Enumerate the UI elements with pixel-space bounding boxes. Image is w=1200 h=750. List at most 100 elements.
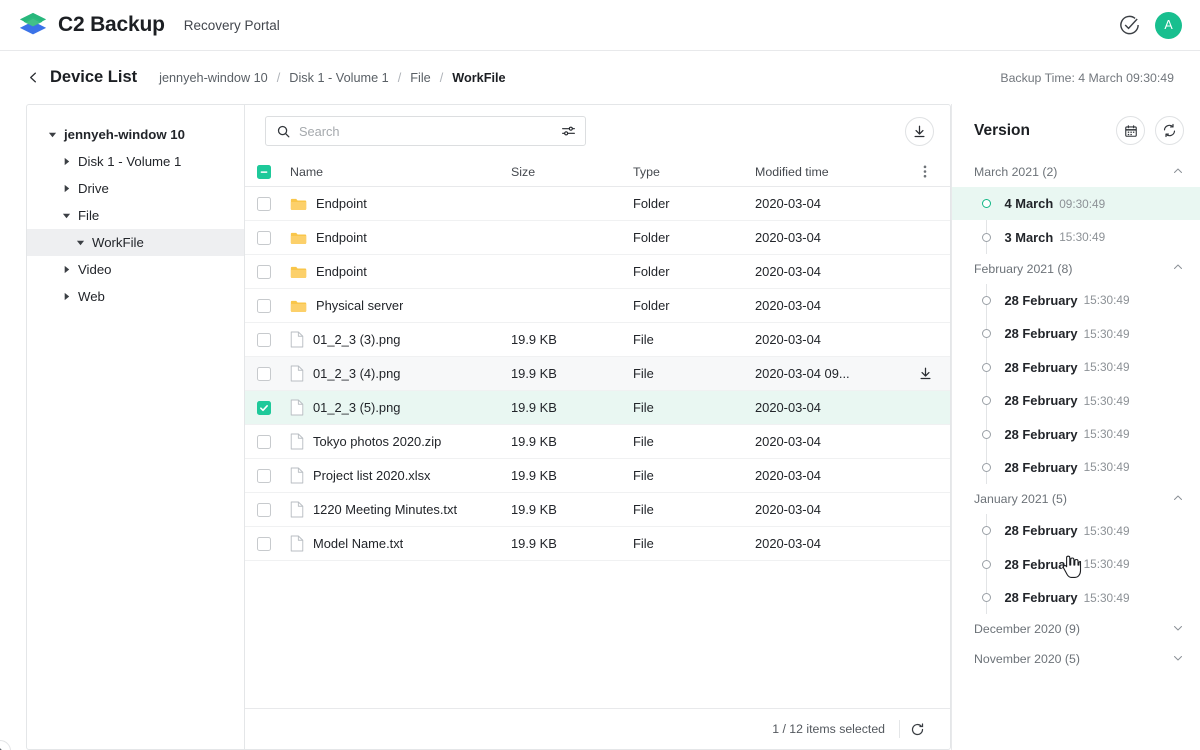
folder-icon xyxy=(290,231,307,245)
breadcrumb-separator: / xyxy=(398,71,402,85)
table-row[interactable]: 01_2_3 (5).png19.9 KBFile2020-03-04 xyxy=(245,391,950,425)
caret-right-icon[interactable] xyxy=(59,265,73,274)
version-item[interactable]: 28 February15:30:49 xyxy=(952,581,1200,614)
table-row[interactable]: Physical serverFolder2020-03-04 xyxy=(245,289,950,323)
refresh-list-button[interactable] xyxy=(900,722,934,737)
back-button[interactable] xyxy=(22,67,44,89)
row-size: 19.9 KB xyxy=(511,366,633,381)
column-header-type[interactable]: Type xyxy=(633,165,755,179)
folder-icon xyxy=(290,299,307,313)
chevron-up-icon[interactable] xyxy=(1172,261,1184,276)
row-checkbox[interactable] xyxy=(257,367,271,381)
row-select-cell xyxy=(257,435,290,449)
version-item[interactable]: 4 March09:30:49 xyxy=(952,187,1200,220)
version-item[interactable]: 3 March15:30:49 xyxy=(952,220,1200,253)
avatar[interactable]: A xyxy=(1155,12,1182,39)
row-checkbox[interactable] xyxy=(257,265,271,279)
version-item[interactable]: 28 February15:30:49 xyxy=(952,317,1200,350)
table-row[interactable]: Project list 2020.xlsx19.9 KBFile2020-03… xyxy=(245,459,950,493)
tree-item-jennyeh-window-10[interactable]: jennyeh-window 10 xyxy=(27,121,244,148)
version-item[interactable]: 28 February15:30:49 xyxy=(952,284,1200,317)
row-checkbox[interactable] xyxy=(257,401,271,415)
download-button[interactable] xyxy=(905,117,934,146)
table-row[interactable]: EndpointFolder2020-03-04 xyxy=(245,187,950,221)
row-modified-time: 2020-03-04 xyxy=(755,332,821,347)
caret-down-icon[interactable] xyxy=(45,130,59,139)
column-header-name[interactable]: Name xyxy=(290,165,511,179)
app-root: C2 Backup Recovery Portal A Device List … xyxy=(0,0,1200,750)
version-item[interactable]: 28 February15:30:49 xyxy=(952,417,1200,450)
row-checkbox[interactable] xyxy=(257,197,271,211)
breadcrumb-item-2[interactable]: File xyxy=(410,71,430,85)
row-checkbox[interactable] xyxy=(257,435,271,449)
table-row[interactable]: EndpointFolder2020-03-04 xyxy=(245,221,950,255)
caret-down-icon[interactable] xyxy=(59,211,73,220)
version-group-header[interactable]: November 2020 (5) xyxy=(952,644,1200,674)
table-row[interactable]: Model Name.txt19.9 KBFile2020-03-04 xyxy=(245,527,950,561)
row-checkbox[interactable] xyxy=(257,469,271,483)
version-item[interactable]: 28 February15:30:49 xyxy=(952,384,1200,417)
table-row[interactable]: Tokyo photos 2020.zip19.9 KBFile2020-03-… xyxy=(245,425,950,459)
caret-right-icon[interactable] xyxy=(59,157,73,166)
row-select-cell xyxy=(257,299,290,313)
version-group-header[interactable]: January 2021 (5) xyxy=(952,484,1200,514)
breadcrumb-item-1[interactable]: Disk 1 - Volume 1 xyxy=(289,71,388,85)
calendar-button[interactable] xyxy=(1116,116,1145,145)
file-icon xyxy=(290,501,304,518)
more-vertical-icon[interactable] xyxy=(915,162,935,182)
version-item[interactable]: 28 February15:30:49 xyxy=(952,451,1200,484)
version-item[interactable]: 28 February15:30:49 xyxy=(952,351,1200,384)
tree-item-file[interactable]: File xyxy=(27,202,244,229)
row-checkbox[interactable] xyxy=(257,299,271,313)
tree-item-workfile[interactable]: WorkFile xyxy=(27,229,244,256)
version-group-header[interactable]: March 2021 (2) xyxy=(952,157,1200,187)
tree-item-drive[interactable]: Drive xyxy=(27,175,244,202)
caret-down-icon[interactable] xyxy=(73,238,87,247)
row-modified-time-cell: 2020-03-04 xyxy=(755,536,910,551)
row-checkbox[interactable] xyxy=(257,231,271,245)
row-download-icon[interactable] xyxy=(918,366,933,381)
column-header-modified-time[interactable]: Modified time xyxy=(755,165,910,179)
select-all-cell xyxy=(257,165,290,179)
table-row[interactable]: 01_2_3 (4).png19.9 KBFile2020-03-04 09..… xyxy=(245,357,950,391)
caret-right-icon[interactable] xyxy=(59,184,73,193)
chevron-up-icon[interactable] xyxy=(1172,165,1184,180)
brand-logo[interactable]: C2 Backup Recovery Portal xyxy=(18,10,280,40)
search-icon xyxy=(276,124,291,139)
breadcrumb-item-0[interactable]: jennyeh-window 10 xyxy=(159,71,268,85)
select-all-checkbox[interactable] xyxy=(257,165,271,179)
search-input[interactable] xyxy=(299,124,555,139)
row-modified-time: 2020-03-04 xyxy=(755,196,821,211)
row-checkbox[interactable] xyxy=(257,503,271,517)
layers-icon xyxy=(18,10,48,40)
version-time: 15:30:49 xyxy=(1084,360,1130,374)
version-group-header[interactable]: December 2020 (9) xyxy=(952,614,1200,644)
sync-versions-button[interactable] xyxy=(1155,116,1184,145)
caret-right-icon[interactable] xyxy=(59,292,73,301)
version-dot-icon xyxy=(982,593,991,602)
version-dot-icon xyxy=(982,526,991,535)
check-circle-icon[interactable] xyxy=(1118,14,1141,37)
chevron-down-icon[interactable] xyxy=(1172,652,1184,667)
tree-item-video[interactable]: Video xyxy=(27,256,244,283)
table-row[interactable]: 1220 Meeting Minutes.txt19.9 KBFile2020-… xyxy=(245,493,950,527)
version-group-header[interactable]: February 2021 (8) xyxy=(952,254,1200,284)
table-row[interactable]: EndpointFolder2020-03-04 xyxy=(245,255,950,289)
row-checkbox[interactable] xyxy=(257,537,271,551)
file-table-body: EndpointFolder2020-03-04EndpointFolder20… xyxy=(245,187,950,708)
tree-item-web[interactable]: Web xyxy=(27,283,244,310)
version-dot-icon xyxy=(982,329,991,338)
row-name-cell: Endpoint xyxy=(290,230,511,245)
version-item[interactable]: 28 February15:30:49 xyxy=(952,548,1200,581)
row-name: Endpoint xyxy=(316,230,367,245)
filter-sliders-icon[interactable] xyxy=(561,124,576,138)
row-checkbox[interactable] xyxy=(257,333,271,347)
version-item[interactable]: 28 February15:30:49 xyxy=(952,514,1200,547)
version-date: 28 February xyxy=(1005,590,1078,605)
search-box[interactable] xyxy=(265,116,586,146)
table-row[interactable]: 01_2_3 (3).png19.9 KBFile2020-03-04 xyxy=(245,323,950,357)
tree-item-disk-1-volume-1[interactable]: Disk 1 - Volume 1 xyxy=(27,148,244,175)
chevron-up-icon[interactable] xyxy=(1172,492,1184,507)
chevron-down-icon[interactable] xyxy=(1172,622,1184,637)
column-header-size[interactable]: Size xyxy=(511,165,633,179)
